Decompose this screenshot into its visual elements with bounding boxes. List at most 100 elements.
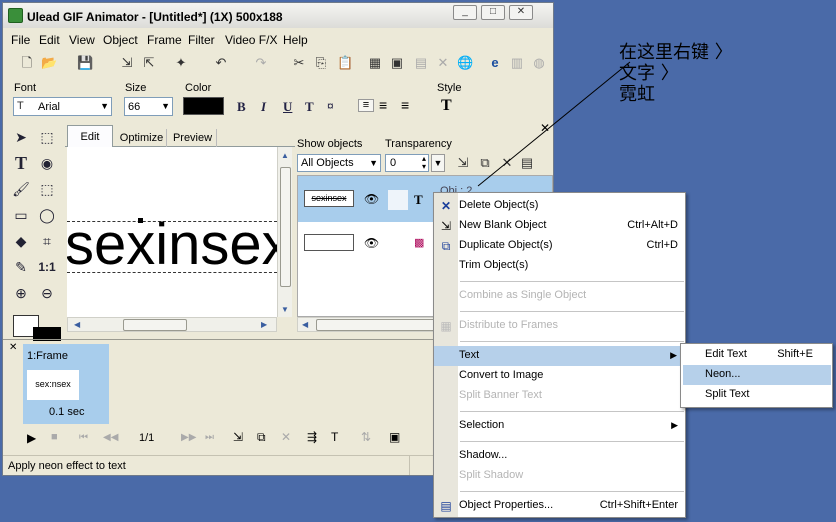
canvas-hscroll[interactable]: ◀ ▶	[67, 317, 277, 332]
align-left-icon[interactable]: ≡	[358, 99, 374, 112]
fill-tool-icon[interactable]: ◆	[11, 231, 31, 251]
menu-item-split-banner[interactable]: Split Banner Text	[458, 386, 686, 406]
tab-edit[interactable]: Edit	[67, 125, 113, 148]
object-hscroll[interactable]: ◀	[297, 317, 437, 332]
antialias-button[interactable]: ¤	[327, 99, 334, 113]
italic-button[interactable]: I	[261, 99, 266, 115]
crop-icon[interactable]: ▤	[413, 55, 429, 71]
menu-item-split-shadow[interactable]: Split Shadow	[458, 466, 686, 486]
align-center-icon[interactable]: ≡	[379, 98, 387, 112]
frame-panel-close-icon[interactable]: ✕	[9, 342, 17, 353]
last-frame-icon[interactable]: ⏭	[205, 432, 214, 443]
menu-filter[interactable]: Filter	[188, 33, 215, 47]
banner-text-icon[interactable]: T	[331, 430, 338, 444]
menu-item-convert-to-image[interactable]: Convert to Image	[458, 366, 686, 386]
canvas-text[interactable]: sexinsex	[67, 207, 291, 283]
text-style-icon[interactable]: T	[441, 97, 452, 115]
pick-object-tool-icon[interactable]: ⬚	[37, 127, 57, 147]
canvas-vscroll[interactable]: ▲ ▼	[277, 147, 292, 317]
visibility-eye-icon[interactable]: 👁	[364, 236, 379, 250]
reverse-frame-icon[interactable]: ⇅	[361, 430, 371, 444]
menu-item-trim-objects[interactable]: Trim Object(s)	[458, 256, 686, 276]
transparency-input[interactable]: 0 ▴ ▾	[385, 154, 429, 172]
menu-object[interactable]: Object	[103, 33, 138, 47]
menu-help[interactable]: Help	[283, 33, 308, 47]
new-object-icon[interactable]: ⇲	[455, 155, 471, 171]
submenu-item-edit-text[interactable]: Edit Text Shift+E	[683, 345, 831, 365]
save-icon[interactable]: 💾	[77, 55, 93, 71]
tab-preview[interactable]: Preview	[169, 129, 217, 147]
text-tool-icon[interactable]: T	[11, 153, 31, 173]
zoom-out-icon[interactable]: ⊖	[37, 283, 57, 303]
optimize-wizard-icon[interactable]: ✦	[173, 55, 189, 71]
export-icon[interactable]: ⇱	[141, 55, 157, 71]
menu-item-selection[interactable]: Selection ▶	[458, 416, 686, 436]
tween-icon[interactable]: ⇶	[307, 430, 317, 444]
tab-optimize[interactable]: Optimize	[117, 129, 167, 147]
hscroll-thumb[interactable]	[123, 319, 187, 331]
paste-icon[interactable]: 📋	[337, 55, 353, 71]
scroll-right-icon[interactable]: ▶	[261, 320, 267, 329]
add-frame-icon[interactable]: ⇲	[233, 430, 243, 444]
menu-item-shadow[interactable]: Shadow...	[458, 446, 686, 466]
menu-video-fx[interactable]: Video F/X	[225, 33, 277, 47]
transparency-dropdown[interactable]: ▼	[431, 154, 445, 172]
strikeout-button[interactable]: T	[305, 99, 314, 115]
duplicate-frame-icon[interactable]: ⧉	[257, 430, 266, 445]
menu-item-combine[interactable]: Combine as Single Object	[458, 286, 686, 306]
menu-view[interactable]: View	[69, 33, 95, 47]
menu-item-delete-objects[interactable]: Delete Object(s)	[458, 196, 686, 216]
import-icon[interactable]: ⇲	[119, 55, 135, 71]
scroll-left-icon[interactable]: ◀	[74, 320, 80, 329]
color-swatch[interactable]	[183, 97, 224, 115]
next-frame-icon[interactable]: ▶▶	[181, 432, 196, 443]
menu-item-object-properties[interactable]: Object Properties... Ctrl+Shift+Enter	[458, 496, 686, 516]
menu-item-text[interactable]: Text ▶	[434, 346, 685, 366]
redo-icon[interactable]: ↷	[253, 55, 269, 71]
open-icon[interactable]: 📂	[41, 55, 57, 71]
show-objects-select[interactable]: All Objects ▼	[297, 154, 381, 172]
menu-file[interactable]: File	[11, 33, 30, 47]
minimize-button[interactable]: _	[453, 5, 477, 20]
scroll-up-icon[interactable]: ▲	[281, 151, 289, 160]
close-button[interactable]: ✕	[509, 5, 533, 20]
stepper-icon[interactable]: ▴ ▾	[422, 155, 426, 171]
new-icon[interactable]: 🗋	[19, 55, 35, 71]
lasso-tool-icon[interactable]: ◯	[37, 205, 57, 225]
actual-size-icon[interactable]: 1:1	[37, 257, 57, 277]
menu-item-new-blank-object[interactable]: New Blank Object Ctrl+Alt+D	[458, 216, 686, 236]
play-icon[interactable]: ▶	[27, 431, 36, 445]
scroll-down-icon[interactable]: ▼	[281, 305, 289, 314]
menu-edit[interactable]: Edit	[39, 33, 60, 47]
copy-icon[interactable]: ⎘	[313, 55, 329, 71]
lock-cell[interactable]	[388, 190, 408, 210]
undo-icon[interactable]: ↶	[213, 55, 229, 71]
eyedropper-icon[interactable]: ✎	[11, 257, 31, 277]
delete-frame-icon[interactable]: ✕	[281, 430, 291, 444]
size-select[interactable]: 66 ▼	[124, 97, 173, 116]
pick-tool-icon[interactable]: ➤	[11, 127, 31, 147]
vscroll-thumb[interactable]	[280, 167, 291, 287]
underline-button[interactable]: U	[283, 99, 292, 115]
canvas-area[interactable]: sexinsex ▲ ▼	[67, 147, 292, 317]
menu-item-distribute[interactable]: Distribute to Frames	[458, 316, 686, 336]
submenu-item-neon[interactable]: Neon...	[683, 365, 831, 385]
font-select[interactable]: T Arial ▼	[13, 97, 112, 116]
visibility-eye-icon[interactable]: 👁	[364, 192, 379, 206]
first-frame-icon[interactable]: ⏮	[79, 432, 88, 443]
object-hscroll-thumb[interactable]	[316, 319, 436, 331]
magic-wand-icon[interactable]: ⬚	[37, 179, 57, 199]
bold-button[interactable]: B	[237, 99, 246, 115]
frame-properties-icon[interactable]: ▦	[367, 55, 383, 71]
prev-frame-icon[interactable]: ◀◀	[103, 432, 118, 443]
maximize-button[interactable]: □	[481, 5, 505, 20]
frame-properties-icon[interactable]: ▣	[389, 430, 400, 444]
menu-frame[interactable]: Frame	[147, 33, 182, 47]
object-properties-icon[interactable]: ▣	[389, 55, 405, 71]
frame-item[interactable]: 1:Frame sex:nsex 0.1 sec	[23, 344, 109, 424]
crop-tool-icon[interactable]: ⌗	[37, 231, 57, 251]
cut-icon[interactable]: ✂	[291, 55, 307, 71]
align-right-icon[interactable]: ≡	[401, 98, 409, 112]
delete-icon[interactable]: ✕	[435, 55, 451, 71]
scroll-left-icon[interactable]: ◀	[302, 320, 308, 329]
